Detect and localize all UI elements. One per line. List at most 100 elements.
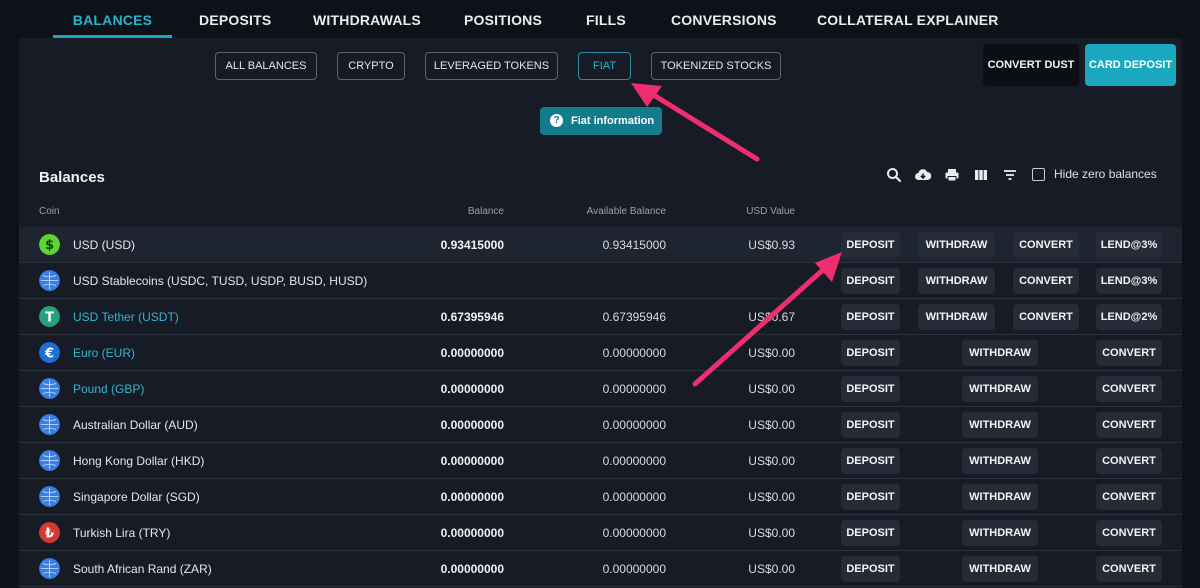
withdraw-button[interactable]: WITHDRAW — [918, 232, 995, 258]
deposit-button[interactable]: DEPOSIT — [841, 556, 900, 582]
table-row: € Euro (EUR) 0.00000000 0.00000000 US$0.00 DE… — [19, 335, 1182, 371]
convert-button[interactable]: CONVERT — [1096, 340, 1162, 366]
globe-icon — [39, 378, 60, 399]
convert-dust-button[interactable]: CONVERT DUST — [983, 44, 1079, 86]
balances-title: Balances — [39, 169, 105, 186]
convert-button[interactable]: CONVERT — [1096, 520, 1162, 546]
tab-fills[interactable]: FILLS — [586, 0, 626, 38]
usd-value: US$0.67 — [748, 310, 795, 324]
convert-button[interactable]: CONVERT — [1096, 376, 1162, 402]
withdraw-button[interactable]: WITHDRAW — [962, 412, 1038, 438]
tab-conversions[interactable]: CONVERSIONS — [671, 0, 777, 38]
deposit-button[interactable]: DEPOSIT — [841, 268, 900, 294]
balance-value: 0.67395946 — [440, 310, 504, 324]
deposit-button[interactable]: DEPOSIT — [841, 376, 900, 402]
table-row: $ USD (USD) 0.93415000 0.93415000 US$0.93 DEP… — [19, 227, 1182, 263]
coin-name[interactable]: Pound (GBP) — [73, 382, 144, 396]
lend-3-button[interactable]: LEND@3% — [1096, 268, 1162, 294]
tab-deposits[interactable]: DEPOSITS — [199, 0, 271, 38]
filter-all-balances[interactable]: ALL BALANCES — [215, 52, 317, 80]
table-row: Australian Dollar (AUD) 0.00000000 0.00000… — [19, 407, 1182, 443]
euro-icon: € — [39, 342, 60, 363]
lira-icon: ₺ — [39, 522, 60, 543]
top-nav: BALANCES DEPOSITS WITHDRAWALS POSITIONS … — [0, 0, 1200, 38]
svg-text:$: $ — [45, 238, 54, 253]
filter-crypto[interactable]: CRYPTO — [337, 52, 405, 80]
withdraw-button[interactable]: WITHDRAW — [962, 556, 1038, 582]
withdraw-button[interactable]: WITHDRAW — [962, 376, 1038, 402]
available-balance-value: 0.67395946 — [602, 310, 666, 324]
withdraw-button[interactable]: WITHDRAW — [962, 448, 1038, 474]
convert-button[interactable]: CONVERT — [1096, 484, 1162, 510]
filter-tokenized-stocks[interactable]: TOKENIZED STOCKS — [651, 52, 781, 80]
available-balance-value: 0.00000000 — [602, 562, 666, 576]
print-icon[interactable] — [943, 166, 961, 184]
deposit-button[interactable]: DEPOSIT — [841, 412, 900, 438]
columns-icon[interactable] — [972, 166, 990, 184]
convert-button[interactable]: CONVERT — [1013, 268, 1079, 294]
tab-positions[interactable]: POSITIONS — [464, 0, 542, 38]
convert-button[interactable]: CONVERT — [1096, 556, 1162, 582]
tether-icon: T — [39, 306, 60, 327]
lend-2-button[interactable]: LEND@2% — [1096, 304, 1162, 330]
filter-fiat[interactable]: FIAT — [578, 52, 631, 80]
cloud-download-icon[interactable] — [914, 166, 932, 184]
filter-icon[interactable] — [1001, 166, 1019, 184]
coin-name[interactable]: Euro (EUR) — [73, 346, 135, 360]
available-balance-value: 0.00000000 — [602, 346, 666, 360]
withdraw-button[interactable]: WITHDRAW — [962, 340, 1038, 366]
available-balance-value: 0.93415000 — [602, 238, 666, 252]
convert-button[interactable]: CONVERT — [1096, 412, 1162, 438]
svg-text:€: € — [44, 347, 54, 362]
coin-name[interactable]: USD Tether (USDT) — [73, 310, 179, 324]
filter-leveraged-tokens[interactable]: LEVERAGED TOKENS — [425, 52, 558, 80]
balance-value: 0.00000000 — [440, 562, 504, 576]
usd-value: US$0.00 — [748, 526, 795, 540]
fiat-information-label: Fiat information — [571, 115, 655, 127]
globe-icon — [39, 450, 60, 471]
balances-panel: ALL BALANCES CRYPTO LEVERAGED TOKENS FIA… — [19, 38, 1182, 588]
table-row: T USD Tether (USDT) 0.67395946 0.67395946 US… — [19, 299, 1182, 335]
withdraw-button[interactable]: WITHDRAW — [962, 484, 1038, 510]
deposit-button[interactable]: DEPOSIT — [841, 520, 900, 546]
hide-zero-checkbox[interactable] — [1032, 168, 1045, 181]
column-header-balance: Balance — [467, 206, 504, 217]
convert-button[interactable]: CONVERT — [1013, 232, 1079, 258]
balance-value: 0.00000000 — [440, 490, 504, 504]
available-balance-value: 0.00000000 — [602, 526, 666, 540]
coin-name: USD (USD) — [73, 238, 135, 252]
fiat-information-button[interactable]: ? Fiat information — [540, 107, 662, 135]
convert-button[interactable]: CONVERT — [1096, 448, 1162, 474]
search-icon[interactable] — [885, 166, 903, 184]
lend-3-button[interactable]: LEND@3% — [1096, 232, 1162, 258]
tab-balances[interactable]: BALANCES — [53, 0, 172, 38]
tab-collateral-explainer[interactable]: COLLATERAL EXPLAINER — [817, 0, 999, 38]
deposit-button[interactable]: DEPOSIT — [841, 448, 900, 474]
coin-name: Turkish Lira (TRY) — [73, 526, 171, 540]
withdraw-button[interactable]: WITHDRAW — [962, 520, 1038, 546]
usd-value: US$0.00 — [748, 382, 795, 396]
available-balance-value: 0.00000000 — [602, 454, 666, 468]
svg-text:₺: ₺ — [45, 527, 54, 542]
coin-name: South African Rand (ZAR) — [73, 562, 212, 576]
column-header-coin: Coin — [39, 206, 60, 217]
deposit-button[interactable]: DEPOSIT — [841, 484, 900, 510]
table-row: Singapore Dollar (SGD) 0.00000000 0.000000… — [19, 479, 1182, 515]
available-balance-value: 0.00000000 — [602, 418, 666, 432]
withdraw-button[interactable]: WITHDRAW — [918, 268, 995, 294]
balance-value: 0.00000000 — [440, 454, 504, 468]
table-row: ₺ Turkish Lira (TRY) 0.00000000 0.00000000 U… — [19, 515, 1182, 551]
tab-withdrawals[interactable]: WITHDRAWALS — [313, 0, 421, 38]
globe-icon — [39, 486, 60, 507]
card-deposit-button[interactable]: CARD DEPOSIT — [1085, 44, 1176, 86]
convert-button[interactable]: CONVERT — [1013, 304, 1079, 330]
table-row: USD Stablecoins (USDC, TUSD, USDP, BUSD,… — [19, 263, 1182, 299]
deposit-button[interactable]: DEPOSIT — [841, 340, 900, 366]
deposit-button[interactable]: DEPOSIT — [841, 232, 900, 258]
available-balance-value: 0.00000000 — [602, 490, 666, 504]
deposit-button[interactable]: DEPOSIT — [841, 304, 900, 330]
withdraw-button[interactable]: WITHDRAW — [918, 304, 995, 330]
question-icon: ? — [550, 114, 563, 127]
hide-zero-label: Hide zero balances — [1054, 167, 1157, 181]
balance-value: 0.00000000 — [440, 346, 504, 360]
